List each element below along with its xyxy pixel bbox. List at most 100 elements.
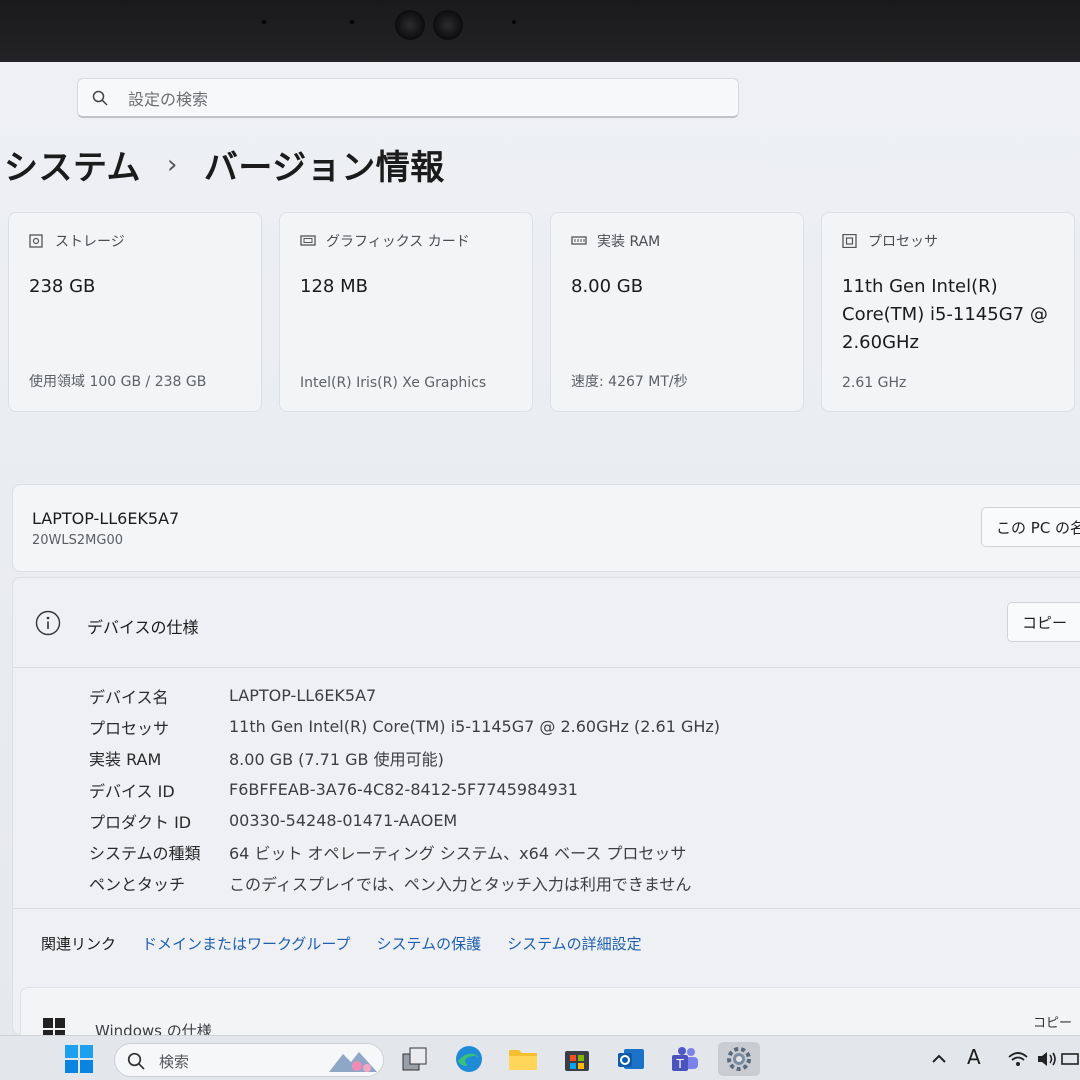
spec-label: デバイス ID — [89, 781, 175, 801]
teams-button[interactable]: T — [668, 1042, 702, 1076]
card-detail: 使用領域 100 GB / 238 GB — [29, 374, 207, 390]
card-label: ストレージ — [55, 234, 125, 250]
spec-value: 8.00 GB (7.71 GB 使用可能) — [229, 750, 444, 770]
graphics-card[interactable]: グラフィックス カード 128 MB Intel(R) Iris(R) Xe G… — [279, 212, 533, 412]
copy-windows-spec-button[interactable]: コピー — [1033, 1012, 1072, 1031]
device-name: LAPTOP-LL6EK5A7 — [32, 509, 180, 528]
task-view-button[interactable] — [398, 1042, 432, 1076]
edge-button[interactable] — [452, 1042, 486, 1076]
start-button[interactable] — [62, 1042, 96, 1076]
card-detail: Intel(R) Iris(R) Xe Graphics — [300, 375, 487, 391]
card-value: 11th Gen Intel(R) Core(TM) i5-1145G7 @ 2… — [842, 276, 1048, 353]
spec-value: F6BFFEAB-3A76-4C82-8412-5F7745984931 — [229, 780, 578, 800]
spec-row-device-name: デバイス名 LAPTOP-LL6EK5A7 — [89, 680, 720, 711]
search-placeholder: 設定の検索 — [128, 89, 209, 109]
edge-icon — [456, 1046, 482, 1072]
ir-camera-icon — [433, 10, 463, 40]
device-model: 20WLS2MG00 — [32, 533, 123, 548]
spec-label: 実装 RAM — [89, 750, 162, 770]
spec-row-product-id: プロダクト ID 00330-54248-01471-AAOEM — [89, 805, 720, 836]
file-explorer-icon — [509, 1050, 537, 1070]
device-spec-list: デバイス名 LAPTOP-LL6EK5A7 プロセッサ 11th Gen Int… — [89, 680, 720, 899]
breadcrumb-parent[interactable]: システム — [4, 140, 141, 189]
battery-button[interactable] — [1060, 1042, 1080, 1076]
card-detail: 速度: 4267 MT/秒 — [571, 374, 688, 390]
ime-indicator[interactable]: A — [967, 1045, 981, 1069]
teams-icon: T — [672, 1047, 698, 1071]
search-icon — [92, 90, 108, 106]
windows-logo-icon — [43, 1018, 65, 1035]
task-view-icon — [402, 1047, 427, 1071]
spec-label: プロセッサ — [89, 718, 170, 738]
card-detail: 2.61 GHz — [842, 375, 907, 391]
spec-row-ram: 実装 RAM 8.00 GB (7.71 GB 使用可能) — [89, 743, 720, 774]
related-links-label: 関連リンク — [41, 935, 117, 953]
storage-card[interactable]: ストレージ 238 GB 使用領域 100 GB / 238 GB — [8, 212, 262, 412]
spec-value: 64 ビット オペレーティング システム、x64 ベース プロセッサ — [229, 844, 687, 864]
breadcrumb-current: バージョン情報 — [203, 148, 445, 188]
system-protection-link[interactable]: システムの保護 — [377, 933, 482, 954]
windows-spec-section[interactable]: Windows の仕様 コピー — [20, 987, 1080, 1035]
chevron-up-icon — [932, 1054, 946, 1063]
device-spec-header[interactable]: デバイスの仕様 コピー — [13, 578, 1080, 668]
device-spec-title: デバイスの仕様 — [87, 618, 199, 637]
spec-label: システムの種類 — [89, 844, 201, 864]
spec-label: プロダクト ID — [89, 812, 192, 832]
graphics-card-icon — [300, 235, 316, 246]
advanced-system-settings-link[interactable]: システムの詳細設定 — [507, 933, 642, 954]
store-button[interactable] — [560, 1042, 594, 1076]
taskbar-search-placeholder: 検索 — [159, 1053, 190, 1071]
spec-value: 00330-54248-01471-AAOEM — [229, 811, 458, 831]
spec-value: 11th Gen Intel(R) Core(TM) i5-1145G7 @ 2… — [229, 717, 721, 737]
card-label: プロセッサ — [868, 234, 938, 250]
card-label: グラフィックス カード — [326, 234, 470, 250]
ram-card[interactable]: 実装 RAM 8.00 GB 速度: 4267 MT/秒 — [550, 212, 804, 412]
laptop-bezel — [0, 0, 1080, 62]
svg-text:T: T — [675, 1057, 684, 1071]
taskbar-search[interactable]: 検索 — [114, 1043, 384, 1077]
volume-button[interactable] — [1030, 1042, 1064, 1076]
bezel-sensor — [350, 20, 354, 24]
settings-search-box[interactable]: 設定の検索 — [77, 78, 739, 118]
domain-workgroup-link[interactable]: ドメインまたはワークグループ — [142, 933, 351, 954]
copy-device-spec-button[interactable]: コピー — [1007, 602, 1080, 642]
search-icon — [127, 1052, 145, 1070]
taskbar: 検索 T A — [0, 1035, 1080, 1080]
processor-icon — [842, 234, 857, 248]
start-icon — [65, 1045, 93, 1073]
volume-icon — [1038, 1052, 1056, 1066]
device-spec-section: デバイスの仕様 コピー デバイス名 LAPTOP-LL6EK5A7 プロセッサ … — [12, 577, 1080, 1035]
ram-icon — [571, 236, 587, 245]
file-explorer-button[interactable] — [506, 1042, 540, 1076]
search-highlight-icon — [329, 1052, 377, 1072]
device-name-bar: LAPTOP-LL6EK5A7 20WLS2MG00 この PC の名 — [12, 484, 1080, 572]
spec-row-pen-touch: ペンとタッチ このディスプレイでは、ペン入力とタッチ入力は利用できません — [89, 868, 720, 899]
card-value: 238 GB — [29, 276, 96, 297]
spec-value: このディスプレイでは、ペン入力とタッチ入力は利用できません — [229, 875, 692, 895]
settings-taskbar-button[interactable] — [718, 1042, 760, 1076]
settings-icon — [727, 1047, 751, 1071]
store-icon — [565, 1051, 589, 1071]
spec-row-system-type: システムの種類 64 ビット オペレーティング システム、x64 ベース プロセ… — [89, 836, 720, 867]
processor-card[interactable]: プロセッサ 11th Gen Intel(R) Core(TM) i5-1145… — [821, 212, 1075, 412]
spec-row-device-id: デバイス ID F6BFFEAB-3A76-4C82-8412-5F774598… — [89, 774, 720, 805]
bezel-sensor — [512, 20, 516, 24]
wifi-icon — [1008, 1052, 1028, 1066]
spec-label: ペンとタッチ — [89, 875, 186, 895]
bezel-sensor — [262, 20, 266, 24]
webcam-icon — [395, 10, 425, 40]
spec-label: デバイス名 — [89, 687, 169, 707]
storage-icon — [29, 234, 43, 248]
spec-row-processor: プロセッサ 11th Gen Intel(R) Core(TM) i5-1145… — [89, 711, 720, 742]
outlook-button[interactable] — [614, 1042, 648, 1076]
outlook-icon — [618, 1049, 644, 1069]
windows-spec-title: Windows の仕様 — [95, 1022, 212, 1035]
spec-value: LAPTOP-LL6EK5A7 — [229, 686, 377, 706]
breadcrumb-separator: › — [166, 149, 178, 180]
show-hidden-icons-button[interactable] — [922, 1042, 956, 1076]
rename-pc-button[interactable]: この PC の名 — [981, 507, 1080, 547]
related-links-bar: 関連リンク ドメインまたはワークグループ システムの保護 システムの詳細設定 — [13, 908, 1080, 988]
battery-icon — [1061, 1053, 1079, 1065]
info-icon — [35, 610, 61, 636]
card-value: 8.00 GB — [571, 276, 644, 297]
